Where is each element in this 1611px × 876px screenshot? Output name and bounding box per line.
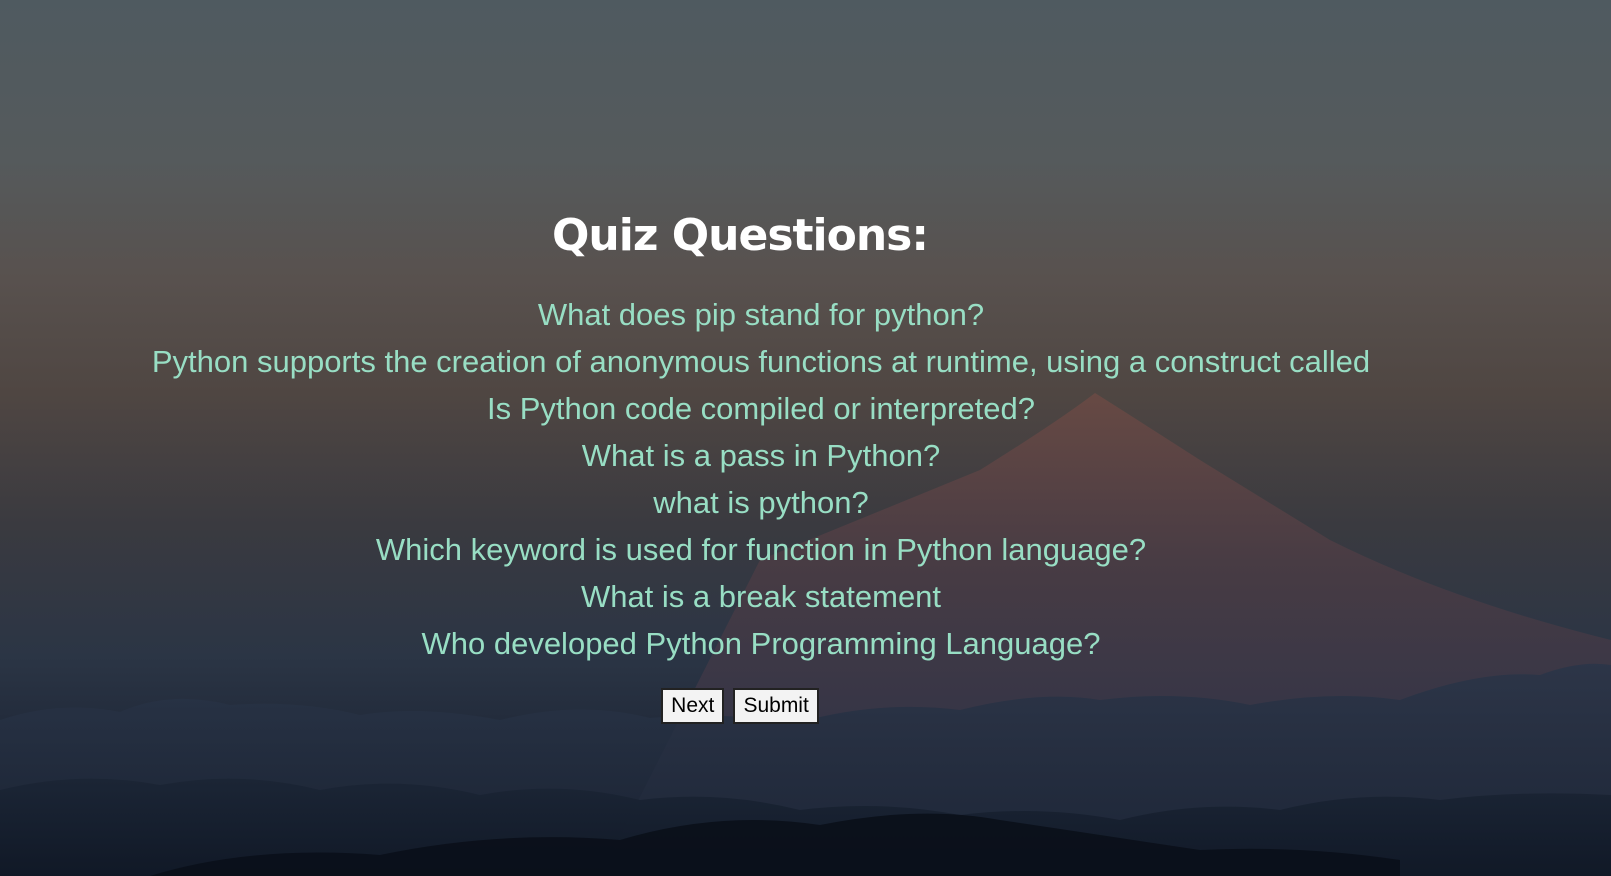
question-list: What does pip stand for python? Python s…	[0, 291, 1522, 667]
next-button[interactable]: Next	[661, 688, 725, 724]
quiz-title: Quiz Questions:	[552, 210, 929, 261]
question-item[interactable]: Is Python code compiled or interpreted?	[0, 385, 1522, 432]
quiz-actions: Next Submit	[0, 688, 1480, 724]
question-item[interactable]: Which keyword is used for function in Py…	[0, 526, 1522, 573]
question-item[interactable]: what is python?	[0, 479, 1522, 526]
question-item[interactable]: What is a pass in Python?	[0, 432, 1522, 479]
submit-button[interactable]: Submit	[733, 688, 819, 724]
question-item[interactable]: Python supports the creation of anonymou…	[0, 338, 1522, 385]
question-item[interactable]: What is a break statement	[0, 573, 1522, 620]
question-item[interactable]: Who developed Python Programming Languag…	[0, 620, 1522, 667]
question-item[interactable]: What does pip stand for python?	[0, 291, 1522, 338]
